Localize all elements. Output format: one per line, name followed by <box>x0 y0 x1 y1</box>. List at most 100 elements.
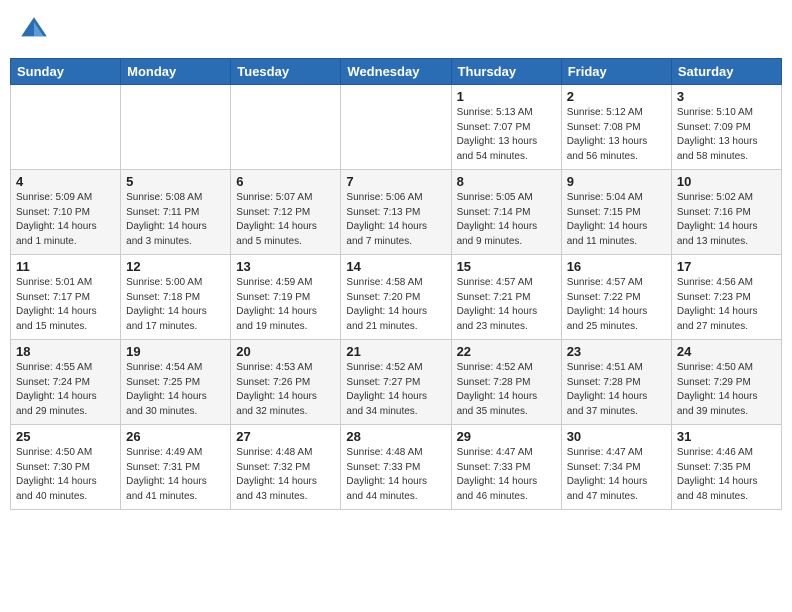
day-number: 24 <box>677 344 776 359</box>
calendar-day-22: 22 Sunrise: 4:52 AM Sunset: 7:28 PM Dayli… <box>451 340 561 425</box>
day-number: 21 <box>346 344 445 359</box>
calendar-day-9: 9 Sunrise: 5:04 AM Sunset: 7:15 PM Daylig… <box>561 170 671 255</box>
day-number: 17 <box>677 259 776 274</box>
day-header-friday: Friday <box>561 59 671 85</box>
day-info: Sunrise: 4:57 AM Sunset: 7:22 PM Dayligh… <box>567 276 666 334</box>
day-number: 26 <box>126 429 225 444</box>
day-info: Sunrise: 5:01 AM Sunset: 7:17 PM Dayligh… <box>16 276 115 334</box>
calendar-table: SundayMondayTuesdayWednesdayThursdayFrid… <box>10 58 782 510</box>
day-info: Sunrise: 5:09 AM Sunset: 7:10 PM Dayligh… <box>16 191 115 249</box>
day-number: 14 <box>346 259 445 274</box>
calendar-day-21: 21 Sunrise: 4:52 AM Sunset: 7:27 PM Dayli… <box>341 340 451 425</box>
day-number: 25 <box>16 429 115 444</box>
calendar-day-1: 1Sunrise: 5:13 AM Sunset: 7:07 PM Daylig… <box>451 85 561 170</box>
empty-cell <box>341 85 451 170</box>
day-header-sunday: Sunday <box>11 59 121 85</box>
calendar-day-16: 16 Sunrise: 4:57 AM Sunset: 7:22 PM Dayli… <box>561 255 671 340</box>
calendar-day-23: 23 Sunrise: 4:51 AM Sunset: 7:28 PM Dayli… <box>561 340 671 425</box>
calendar-day-4: 4Sunrise: 5:09 AM Sunset: 7:10 PM Daylig… <box>11 170 121 255</box>
day-header-thursday: Thursday <box>451 59 561 85</box>
day-info: Sunrise: 4:52 AM Sunset: 7:28 PM Dayligh… <box>457 361 556 419</box>
day-number: 19 <box>126 344 225 359</box>
day-number: 30 <box>567 429 666 444</box>
calendar-day-29: 29Sunrise: 4:47 AM Sunset: 7:33 PM Dayli… <box>451 425 561 510</box>
calendar-day-12: 12 Sunrise: 5:00 AM Sunset: 7:18 PM Dayli… <box>121 255 231 340</box>
calendar-day-26: 26 Sunrise: 4:49 AM Sunset: 7:31 PM Dayli… <box>121 425 231 510</box>
day-number: 13 <box>236 259 335 274</box>
calendar-day-8: 8Sunrise: 5:05 AM Sunset: 7:14 PM Daylig… <box>451 170 561 255</box>
day-info: Sunrise: 5:02 AM Sunset: 7:16 PM Dayligh… <box>677 191 776 249</box>
calendar-day-30: 30 Sunrise: 4:47 AM Sunset: 7:34 PM Dayli… <box>561 425 671 510</box>
day-info: Sunrise: 5:06 AM Sunset: 7:13 PM Dayligh… <box>346 191 445 249</box>
day-header-monday: Monday <box>121 59 231 85</box>
calendar-week-3: 11 Sunrise: 5:01 AM Sunset: 7:17 PM Dayli… <box>11 255 782 340</box>
logo <box>18 14 54 46</box>
calendar-day-31: 31Sunrise: 4:46 AM Sunset: 7:35 PM Dayli… <box>671 425 781 510</box>
day-header-saturday: Saturday <box>671 59 781 85</box>
day-number: 22 <box>457 344 556 359</box>
calendar-day-7: 7 Sunrise: 5:06 AM Sunset: 7:13 PM Daylig… <box>341 170 451 255</box>
day-number: 9 <box>567 174 666 189</box>
day-info: Sunrise: 4:57 AM Sunset: 7:21 PM Dayligh… <box>457 276 556 334</box>
calendar-day-18: 18Sunrise: 4:55 AM Sunset: 7:24 PM Dayli… <box>11 340 121 425</box>
day-number: 28 <box>346 429 445 444</box>
day-number: 2 <box>567 89 666 104</box>
calendar-day-19: 19 Sunrise: 4:54 AM Sunset: 7:25 PM Dayli… <box>121 340 231 425</box>
day-info: Sunrise: 4:47 AM Sunset: 7:33 PM Dayligh… <box>457 446 556 504</box>
day-info: Sunrise: 4:59 AM Sunset: 7:19 PM Dayligh… <box>236 276 335 334</box>
day-info: Sunrise: 4:52 AM Sunset: 7:27 PM Dayligh… <box>346 361 445 419</box>
day-number: 27 <box>236 429 335 444</box>
day-number: 5 <box>126 174 225 189</box>
calendar-day-6: 6 Sunrise: 5:07 AM Sunset: 7:12 PM Daylig… <box>231 170 341 255</box>
empty-cell <box>121 85 231 170</box>
day-number: 6 <box>236 174 335 189</box>
day-number: 3 <box>677 89 776 104</box>
day-info: Sunrise: 4:46 AM Sunset: 7:35 PM Dayligh… <box>677 446 776 504</box>
calendar-day-11: 11 Sunrise: 5:01 AM Sunset: 7:17 PM Dayli… <box>11 255 121 340</box>
day-header-wednesday: Wednesday <box>341 59 451 85</box>
calendar-day-2: 2 Sunrise: 5:12 AM Sunset: 7:08 PM Daylig… <box>561 85 671 170</box>
day-info: Sunrise: 4:47 AM Sunset: 7:34 PM Dayligh… <box>567 446 666 504</box>
calendar-week-4: 18Sunrise: 4:55 AM Sunset: 7:24 PM Dayli… <box>11 340 782 425</box>
calendar-week-2: 4Sunrise: 5:09 AM Sunset: 7:10 PM Daylig… <box>11 170 782 255</box>
day-number: 15 <box>457 259 556 274</box>
day-info: Sunrise: 4:58 AM Sunset: 7:20 PM Dayligh… <box>346 276 445 334</box>
calendar-day-5: 5Sunrise: 5:08 AM Sunset: 7:11 PM Daylig… <box>121 170 231 255</box>
empty-cell <box>11 85 121 170</box>
day-number: 12 <box>126 259 225 274</box>
day-info: Sunrise: 5:13 AM Sunset: 7:07 PM Dayligh… <box>457 106 556 164</box>
day-info: Sunrise: 4:51 AM Sunset: 7:28 PM Dayligh… <box>567 361 666 419</box>
day-info: Sunrise: 4:50 AM Sunset: 7:30 PM Dayligh… <box>16 446 115 504</box>
day-number: 10 <box>677 174 776 189</box>
day-info: Sunrise: 5:12 AM Sunset: 7:08 PM Dayligh… <box>567 106 666 164</box>
calendar-header-row: SundayMondayTuesdayWednesdayThursdayFrid… <box>11 59 782 85</box>
day-info: Sunrise: 4:54 AM Sunset: 7:25 PM Dayligh… <box>126 361 225 419</box>
day-header-tuesday: Tuesday <box>231 59 341 85</box>
calendar-day-15: 15 Sunrise: 4:57 AM Sunset: 7:21 PM Dayli… <box>451 255 561 340</box>
page-header <box>10 10 782 50</box>
day-info: Sunrise: 5:04 AM Sunset: 7:15 PM Dayligh… <box>567 191 666 249</box>
calendar-day-3: 3 Sunrise: 5:10 AM Sunset: 7:09 PM Daylig… <box>671 85 781 170</box>
day-number: 23 <box>567 344 666 359</box>
calendar-week-1: 1Sunrise: 5:13 AM Sunset: 7:07 PM Daylig… <box>11 85 782 170</box>
calendar-day-17: 17 Sunrise: 4:56 AM Sunset: 7:23 PM Dayli… <box>671 255 781 340</box>
calendar-day-28: 28 Sunrise: 4:48 AM Sunset: 7:33 PM Dayli… <box>341 425 451 510</box>
day-info: Sunrise: 4:50 AM Sunset: 7:29 PM Dayligh… <box>677 361 776 419</box>
calendar-day-24: 24 Sunrise: 4:50 AM Sunset: 7:29 PM Dayli… <box>671 340 781 425</box>
day-number: 16 <box>567 259 666 274</box>
day-number: 20 <box>236 344 335 359</box>
day-info: Sunrise: 4:56 AM Sunset: 7:23 PM Dayligh… <box>677 276 776 334</box>
day-info: Sunrise: 5:10 AM Sunset: 7:09 PM Dayligh… <box>677 106 776 164</box>
day-number: 7 <box>346 174 445 189</box>
day-info: Sunrise: 5:00 AM Sunset: 7:18 PM Dayligh… <box>126 276 225 334</box>
calendar-day-13: 13 Sunrise: 4:59 AM Sunset: 7:19 PM Dayli… <box>231 255 341 340</box>
day-info: Sunrise: 5:05 AM Sunset: 7:14 PM Dayligh… <box>457 191 556 249</box>
logo-icon <box>18 14 50 46</box>
day-info: Sunrise: 4:49 AM Sunset: 7:31 PM Dayligh… <box>126 446 225 504</box>
day-number: 11 <box>16 259 115 274</box>
day-info: Sunrise: 4:48 AM Sunset: 7:33 PM Dayligh… <box>346 446 445 504</box>
day-info: Sunrise: 5:07 AM Sunset: 7:12 PM Dayligh… <box>236 191 335 249</box>
calendar-day-20: 20Sunrise: 4:53 AM Sunset: 7:26 PM Dayli… <box>231 340 341 425</box>
day-info: Sunrise: 4:55 AM Sunset: 7:24 PM Dayligh… <box>16 361 115 419</box>
calendar-week-5: 25 Sunrise: 4:50 AM Sunset: 7:30 PM Dayli… <box>11 425 782 510</box>
